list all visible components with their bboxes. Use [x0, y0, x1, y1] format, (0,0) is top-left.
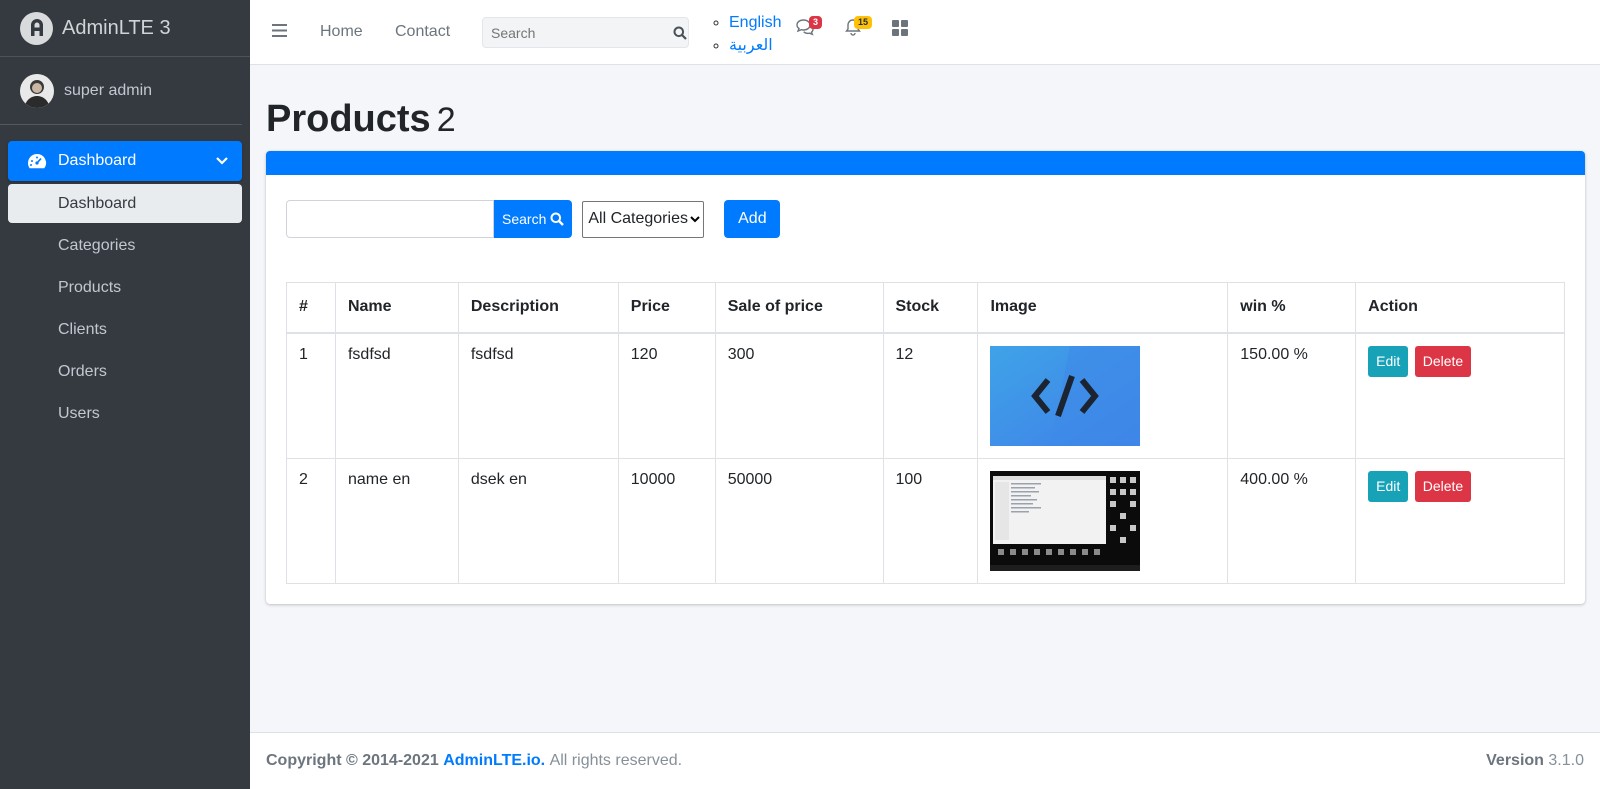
cell-index: 1: [286, 332, 336, 459]
products-card: Search All Categories Add # Name Descrip…: [266, 151, 1585, 604]
cell-price: 10000: [617, 457, 716, 584]
column-header: Image: [977, 282, 1229, 334]
table-row: 1 fsdfsd fsdfsd 120 300 12 150.00 % Edit…: [286, 332, 1565, 459]
top-navbar: Home Contact English العربية 3 15: [250, 0, 1600, 65]
sidebar-item-dashboard[interactable]: Dashboard: [8, 184, 242, 223]
sidebar-item-users[interactable]: Users: [8, 394, 242, 433]
sidebar-item-clients[interactable]: Clients: [8, 310, 242, 349]
table-row: 2 name en dsek en 10000 50000 100 400.00…: [286, 457, 1565, 584]
brand-link[interactable]: AdminLTE 3: [0, 0, 250, 57]
cell-actions: Edit Delete: [1355, 332, 1565, 459]
notifications-dropdown[interactable]: 15: [844, 16, 873, 36]
tachometer-icon: [26, 152, 48, 170]
add-product-button[interactable]: Add: [724, 200, 781, 238]
cell-price: 120: [617, 332, 716, 459]
menu-toggle-icon[interactable]: [272, 24, 287, 37]
cell-stock: 12: [882, 332, 979, 459]
navbar-search-input[interactable]: [483, 18, 672, 47]
copyright-text: Copyright © 2014-2021: [266, 752, 439, 769]
nav-contact-link[interactable]: Contact: [395, 23, 450, 41]
product-search-input[interactable]: [286, 200, 494, 238]
navbar-search: [482, 17, 689, 48]
search-icon: [550, 212, 565, 226]
sidebar-item-label: Dashboard: [58, 152, 137, 169]
cell-stock: 100: [882, 457, 979, 584]
cell-win: 400.00 %: [1227, 457, 1357, 584]
sidebar-item-dashboard-group[interactable]: Dashboard: [8, 141, 242, 181]
language-list: English العربية: [710, 11, 781, 57]
version-number: 3.1.0: [1548, 752, 1584, 769]
adminlte-link[interactable]: AdminLTE.io.: [443, 752, 545, 770]
cell-image: [977, 332, 1229, 459]
main-sidebar: AdminLTE 3 super admin Dashboard Dashboa…: [0, 0, 250, 789]
brand-text: AdminLTE 3: [62, 16, 171, 39]
version-info: Version 3.1.0: [1486, 752, 1584, 770]
language-item: English: [729, 11, 781, 34]
cell-name: fsdfsd: [334, 332, 459, 459]
sidebar-item-orders[interactable]: Orders: [8, 352, 242, 391]
messages-badge: 3: [809, 16, 823, 29]
search-button[interactable]: Search: [494, 200, 573, 238]
column-header: Name: [334, 282, 459, 334]
cell-actions: Edit Delete: [1355, 457, 1565, 584]
category-select-value: All Categories: [588, 210, 688, 227]
cell-sale-price: 50000: [714, 457, 884, 584]
cell-image: [977, 457, 1229, 584]
products-table: # Name Description Price Sale of price S…: [286, 282, 1565, 584]
chevron-down-icon: [216, 157, 228, 165]
rights-text: All rights reserved.: [549, 752, 683, 769]
column-header: #: [286, 282, 336, 334]
chevron-down-icon: [690, 215, 701, 223]
cell-name: name en: [334, 457, 459, 584]
language-arabic-link[interactable]: العربية: [729, 37, 773, 54]
messages-dropdown[interactable]: 3: [795, 16, 823, 36]
apps-grid-icon[interactable]: [892, 20, 908, 36]
delete-button[interactable]: Delete: [1414, 470, 1472, 502]
column-header: Sale of price: [714, 282, 884, 334]
edit-button[interactable]: Edit: [1368, 470, 1409, 502]
version-label: Version: [1486, 752, 1544, 769]
page-title: Products 2: [266, 98, 456, 141]
card-header: [266, 151, 1585, 175]
delete-button[interactable]: Delete: [1414, 345, 1472, 377]
brand-logo-icon: [20, 11, 53, 45]
sidebar-item-categories[interactable]: Categories: [8, 226, 242, 265]
user-avatar: [20, 73, 54, 108]
filter-form: Search All Categories Add: [286, 200, 781, 238]
category-select[interactable]: All Categories: [582, 200, 705, 238]
page-title-text: Products: [266, 98, 431, 140]
cell-description: fsdfsd: [457, 332, 619, 459]
column-header: Stock: [882, 282, 979, 334]
column-header: Action: [1355, 282, 1565, 334]
language-english-link[interactable]: English: [729, 14, 781, 31]
edit-button[interactable]: Edit: [1368, 345, 1409, 377]
code-icon-image: [990, 345, 1141, 446]
column-header: Price: [617, 282, 716, 334]
user-panel[interactable]: super admin: [0, 57, 242, 125]
column-header: win %: [1227, 282, 1357, 334]
sidebar-nav: Dashboard Dashboard Categories Products …: [0, 125, 250, 433]
cell-win: 150.00 %: [1227, 332, 1357, 459]
nav-home-link[interactable]: Home: [320, 23, 363, 41]
cell-sale-price: 300: [714, 332, 884, 459]
column-header: Description: [457, 282, 619, 334]
user-name: super admin: [64, 81, 153, 99]
cell-description: dsek en: [457, 457, 619, 584]
product-count: 2: [436, 101, 456, 139]
main-footer: Copyright © 2014-2021 AdminLTE.io. All r…: [250, 732, 1600, 789]
search-button-label: Search: [502, 211, 547, 227]
sidebar-item-products[interactable]: Products: [8, 268, 242, 307]
cell-index: 2: [286, 457, 336, 584]
table-header-row: # Name Description Price Sale of price S…: [286, 282, 1565, 334]
language-item: العربية: [729, 34, 781, 57]
notifications-badge: 15: [854, 16, 873, 29]
desktop-screenshot-image: [990, 470, 1141, 571]
search-icon[interactable]: [672, 26, 688, 40]
